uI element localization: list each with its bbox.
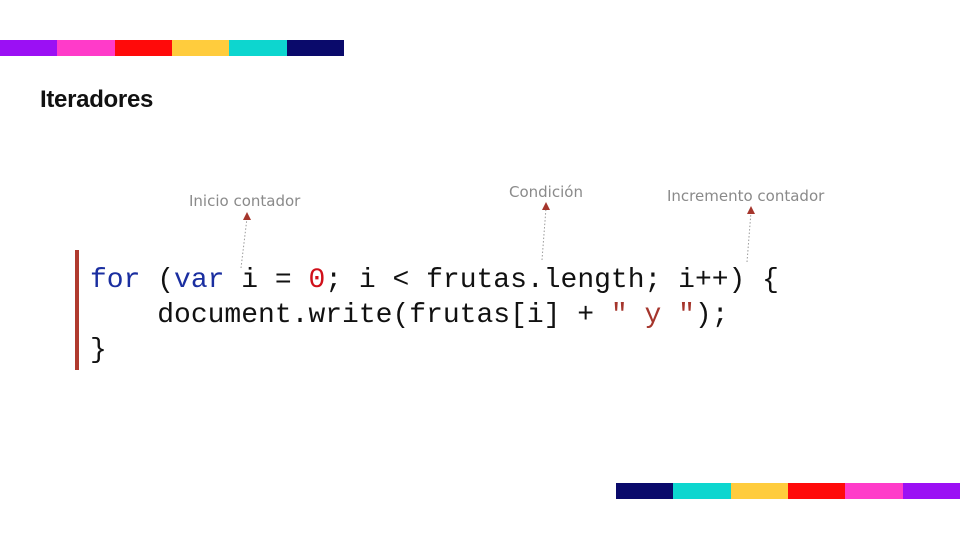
code-text: ( [140, 265, 175, 296]
code-line-2: document.write(frutas[i] + " y "); [90, 298, 779, 333]
bottom-color-stripe [616, 483, 960, 499]
stripe-segment [229, 40, 287, 56]
code-text: ; i < frutas.length; i++) { [325, 265, 779, 296]
increment-pointer-arrow [746, 206, 755, 263]
annotation-condition: Condición [509, 183, 583, 201]
stripe-segment [57, 40, 115, 56]
keyword-var: var [174, 265, 225, 296]
code-text: } [90, 335, 107, 366]
keyword-for: for [90, 265, 141, 296]
code-text: i = [224, 265, 309, 296]
stripe-segment [673, 483, 731, 499]
stripe-segment [171, 40, 230, 56]
slide-title: Iteradores [40, 86, 154, 113]
stripe-segment [845, 483, 903, 499]
stripe-segment [114, 40, 172, 56]
annotation-start-counter: Inicio contador [189, 192, 301, 210]
top-color-stripe [0, 40, 344, 56]
code-text: document.write(frutas[i] + [157, 300, 611, 331]
condition-pointer-arrow [541, 202, 550, 261]
start-pointer-arrow [240, 212, 251, 269]
code-line-3: } [90, 333, 779, 368]
stripe-segment [787, 483, 846, 499]
stripe-segment [0, 40, 58, 56]
stripe-segment [730, 483, 788, 499]
code-line-1: for (var i = 0; i < frutas.length; i++) … [90, 263, 779, 298]
number-literal: 0 [308, 265, 326, 296]
stripe-segment [286, 40, 344, 56]
code-block: for (var i = 0; i < frutas.length; i++) … [90, 263, 779, 368]
code-text: ); [694, 300, 729, 331]
code-accent-bar [75, 250, 79, 370]
string-literal: " y " [610, 300, 695, 331]
stripe-segment [616, 483, 674, 499]
annotation-increment-counter: Incremento contador [667, 187, 825, 205]
stripe-segment [902, 483, 960, 499]
